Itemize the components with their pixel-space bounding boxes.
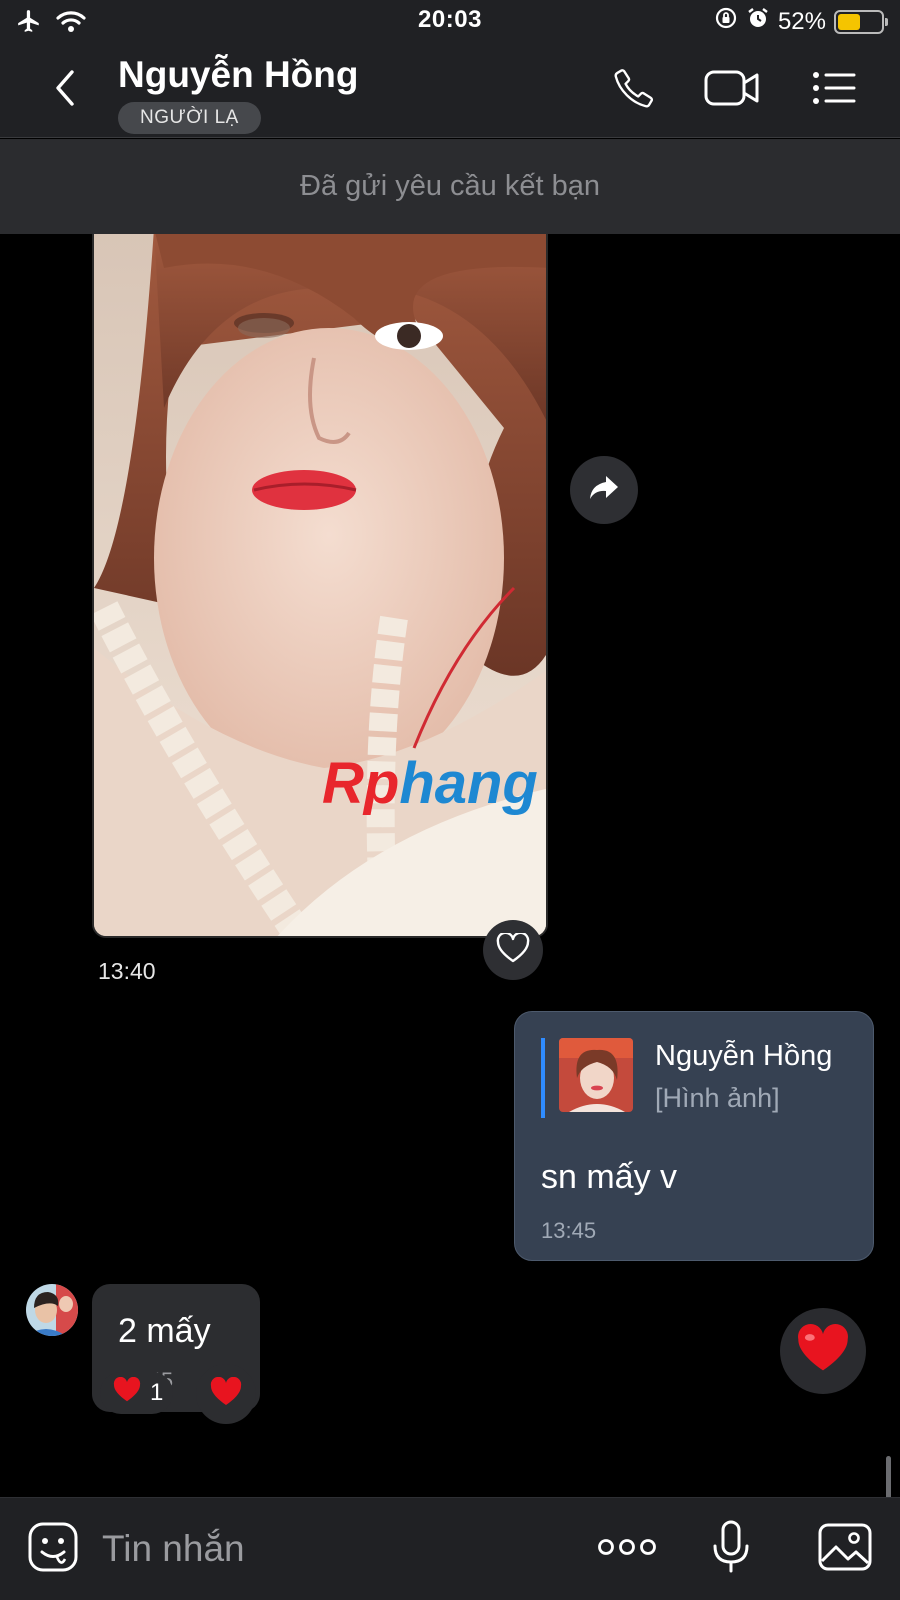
send-image-button[interactable] (814, 1518, 876, 1580)
back-icon (52, 68, 78, 113)
watermark: Rphang (322, 751, 538, 816)
heart-icon (209, 1376, 243, 1412)
message-input[interactable] (102, 1524, 562, 1574)
status-bar: 20:03 52% (0, 0, 900, 44)
quick-heart-button[interactable] (780, 1308, 866, 1394)
message-input-bar (0, 1497, 900, 1600)
stranger-badge: NGƯỜI LẠ (118, 102, 261, 134)
heart-outline-icon (496, 931, 530, 968)
video-call-icon (704, 68, 760, 113)
menu-button[interactable] (806, 64, 862, 116)
chat-area[interactable]: Rphang 13:40 Nguyễn Hồng [Hình ảnh] sn m… (0, 234, 900, 1497)
alarm-icon (746, 6, 770, 37)
reaction-count: 1 (150, 1379, 164, 1406)
selfie-photo: Rphang (94, 234, 546, 936)
orientation-lock-icon (714, 6, 738, 37)
more-options-icon (597, 1537, 657, 1562)
image-icon (818, 1523, 872, 1576)
scrollbar[interactable] (886, 1456, 891, 1497)
avatar[interactable] (26, 1284, 78, 1336)
react-heart-button[interactable] (483, 920, 543, 980)
react-heart-button[interactable] (196, 1364, 256, 1424)
quoted-message[interactable]: Nguyễn Hồng [Hình ảnh] (541, 1038, 832, 1118)
sticker-icon (27, 1521, 79, 1578)
voice-message-button[interactable] (700, 1518, 762, 1580)
heart-icon (795, 1323, 851, 1379)
quote-content-label: [Hình ảnh] (655, 1083, 780, 1113)
sticker-button[interactable] (22, 1518, 84, 1580)
message-time: 13:45 (541, 1218, 597, 1243)
menu-icon (812, 71, 856, 110)
voice-call-button[interactable] (606, 64, 662, 116)
reaction-summary[interactable]: 1 (100, 1372, 174, 1414)
battery-level (838, 13, 860, 30)
chat-header: Nguyễn Hồng NGƯỜI LẠ (0, 44, 900, 138)
video-call-button[interactable] (704, 64, 760, 116)
friend-request-banner: Đã gửi yêu cầu kết bạn (0, 139, 900, 234)
back-button[interactable] (40, 62, 90, 118)
message-time: 13:40 (98, 958, 156, 984)
battery-percent: 52% (777, 7, 826, 35)
quote-sender-name: Nguyễn Hồng (655, 1040, 833, 1072)
microphone-icon (711, 1520, 751, 1579)
quoted-photo-thumbnail (559, 1038, 633, 1112)
outgoing-message[interactable]: Nguyễn Hồng [Hình ảnh] sn mấy v 13:45 (514, 1011, 874, 1261)
more-options-button[interactable] (596, 1518, 658, 1580)
phone-icon (612, 66, 656, 115)
share-icon (588, 474, 620, 507)
battery-icon (834, 9, 888, 34)
share-button[interactable] (570, 456, 638, 524)
message-text: sn mấy v (541, 1158, 678, 1196)
incoming-photo-message[interactable]: Rphang (92, 234, 548, 938)
quote-text: Nguyễn Hồng [Hình ảnh] (655, 1038, 832, 1118)
heart-icon (112, 1376, 142, 1410)
contact-name[interactable]: Nguyễn Hồng (118, 54, 358, 96)
message-text: 2 mấy (118, 1312, 211, 1350)
